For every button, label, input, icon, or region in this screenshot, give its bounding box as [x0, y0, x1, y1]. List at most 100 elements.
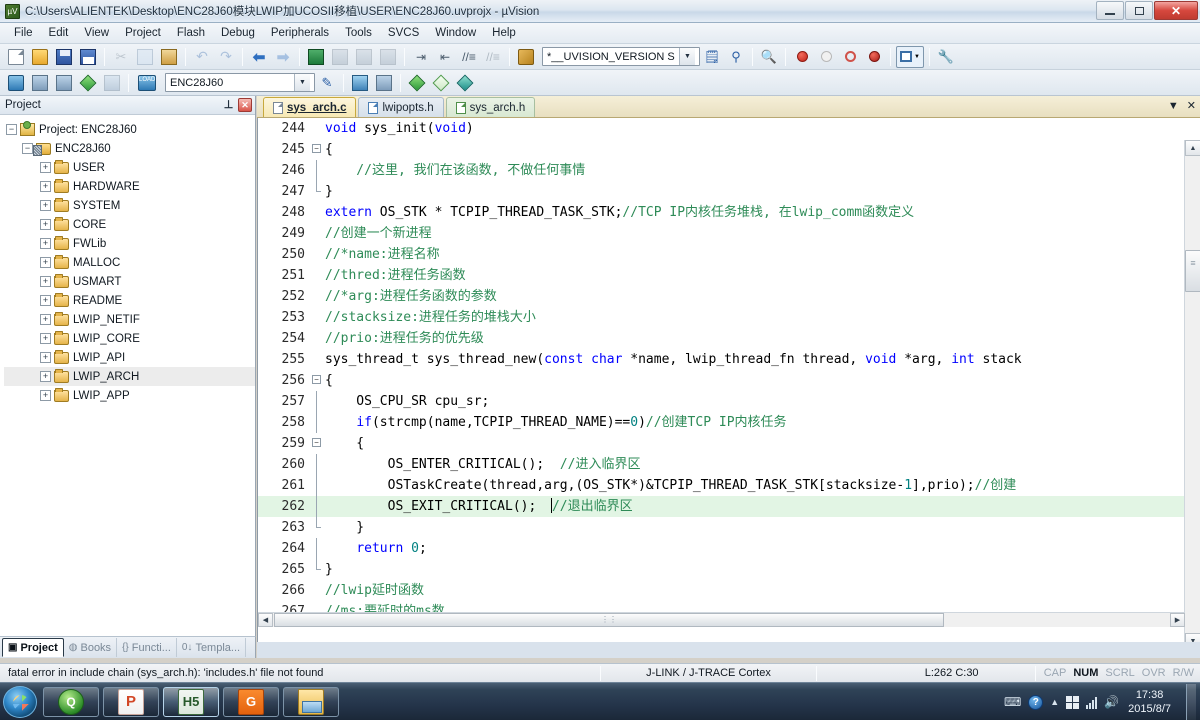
tab-list-dropdown-icon[interactable]: ▼ — [1168, 100, 1179, 112]
tree-node-lwip-core[interactable]: + LWIP_CORE — [4, 329, 255, 348]
breakpoint-kill-all-icon[interactable] — [863, 46, 885, 68]
fold-margin[interactable] — [310, 349, 325, 370]
comment-icon[interactable]: //≡ — [458, 46, 480, 68]
fold-margin[interactable] — [310, 202, 325, 223]
expander-icon[interactable]: + — [40, 238, 51, 249]
pack-installer-icon[interactable] — [406, 72, 428, 94]
taskbar-clock[interactable]: 17:38 2015/8/7 — [1126, 688, 1177, 716]
signal-strength-icon[interactable] — [1086, 696, 1098, 709]
menu-project[interactable]: Project — [117, 25, 169, 41]
menu-debug[interactable]: Debug — [213, 25, 263, 41]
code-line[interactable]: 261 OSTaskCreate(thread,arg,(OS_STK*)&TC… — [258, 475, 1184, 496]
expander-icon[interactable]: + — [40, 352, 51, 363]
fold-margin[interactable] — [310, 118, 325, 139]
menu-view[interactable]: View — [76, 25, 117, 41]
tree-node-malloc[interactable]: + MALLOC — [4, 253, 255, 272]
taskbar-item-explorer[interactable] — [283, 686, 339, 717]
tree-node-lwip-app[interactable]: + LWIP_APP — [4, 386, 255, 405]
find-symbol-icon[interactable]: ⚲ — [725, 46, 747, 68]
code-line[interactable]: 264 return 0; — [258, 538, 1184, 559]
menu-help[interactable]: Help — [484, 25, 524, 41]
scroll-right-button[interactable]: ▶ — [1170, 613, 1185, 627]
expander-icon[interactable]: + — [40, 257, 51, 268]
editor-horizontal-scrollbar[interactable]: ◀ ▶ — [258, 612, 1185, 627]
navigate-forward-icon[interactable]: ➡ — [272, 46, 294, 68]
tree-node-lwip-netif[interactable]: + LWIP_NETIF — [4, 310, 255, 329]
editor-tab-sys-arch-h[interactable]: sys_arch.h — [445, 97, 536, 117]
open-file-icon[interactable] — [29, 46, 51, 68]
vertical-scroll-thumb[interactable] — [1185, 250, 1200, 292]
tree-node-project[interactable]: − Project: ENC28J60 — [4, 120, 255, 139]
next-bookmark-icon[interactable] — [353, 46, 375, 68]
breakpoint-icon[interactable] — [791, 46, 813, 68]
code-line-current[interactable]: 262 OS_EXIT_CRITICAL(); //退出临界区 — [258, 496, 1184, 517]
scroll-down-button[interactable]: ▼ — [1185, 633, 1200, 642]
code-line[interactable]: 253 //stacksize:进程任务的堆栈大小 — [258, 307, 1184, 328]
menu-flash[interactable]: Flash — [169, 25, 213, 41]
browse-icon[interactable]: 🗒 — [701, 46, 723, 68]
fold-margin[interactable] — [310, 265, 325, 286]
fold-margin[interactable] — [310, 496, 325, 517]
menu-svcs[interactable]: SVCS — [380, 25, 427, 41]
code-line[interactable]: 252 //*arg:进程任务函数的参数 — [258, 286, 1184, 307]
save-all-icon[interactable] — [77, 46, 99, 68]
multi-project-icon[interactable] — [454, 72, 476, 94]
tree-node-user[interactable]: + USER — [4, 158, 255, 177]
fold-margin[interactable] — [310, 538, 325, 559]
code-line[interactable]: 260 OS_ENTER_CRITICAL(); //进入临界区 — [258, 454, 1184, 475]
code-lines[interactable]: 244 void sys_init(void) 245 − { 246 //这里… — [258, 118, 1184, 627]
chevron-down-icon[interactable]: ▼ — [294, 74, 310, 91]
tree-node-target[interactable]: − ENC28J60 — [4, 139, 255, 158]
expander-icon[interactable]: + — [40, 333, 51, 344]
batch-build-icon[interactable] — [77, 72, 99, 94]
fold-margin[interactable] — [310, 328, 325, 349]
clear-bookmarks-icon[interactable] — [377, 46, 399, 68]
target-combo-input[interactable] — [166, 74, 294, 91]
fold-collapse-icon[interactable]: − — [312, 438, 321, 447]
fold-collapse-icon[interactable]: − — [312, 375, 321, 384]
tab-close-icon[interactable]: ✕ — [1187, 99, 1196, 112]
expander-icon[interactable]: − — [6, 124, 17, 135]
code-line[interactable]: 245 − { — [258, 139, 1184, 160]
tree-node-fwlib[interactable]: + FWLib — [4, 234, 255, 253]
code-line[interactable]: 246 //这里, 我们在该函数, 不做任何事情 — [258, 160, 1184, 181]
code-line[interactable]: 258 if(strcmp(name,TCPIP_THREAD_NAME)==0… — [258, 412, 1184, 433]
rebuild-icon[interactable] — [53, 72, 75, 94]
new-file-icon[interactable] — [5, 46, 27, 68]
define-combo[interactable]: ▼ — [542, 47, 700, 66]
expander-icon[interactable]: + — [40, 390, 51, 401]
editor-vertical-scrollbar[interactable]: ▲ ▼ — [1184, 140, 1200, 642]
tree-node-readme[interactable]: + README — [4, 291, 255, 310]
taskbar-item-powerpoint[interactable]: P — [103, 686, 159, 717]
build-icon[interactable] — [29, 72, 51, 94]
taskbar-item-h5[interactable]: H5 — [163, 686, 219, 717]
fold-margin[interactable] — [310, 223, 325, 244]
tree-node-core[interactable]: + CORE — [4, 215, 255, 234]
code-line[interactable]: 254 //prio:进程任务的优先级 — [258, 328, 1184, 349]
code-line[interactable]: 263 } — [258, 517, 1184, 538]
save-icon[interactable] — [53, 46, 75, 68]
fold-margin[interactable] — [310, 160, 325, 181]
menu-peripherals[interactable]: Peripherals — [263, 25, 337, 41]
code-line[interactable]: 251 //thred:进程任务函数 — [258, 265, 1184, 286]
fold-margin[interactable] — [310, 517, 325, 538]
show-hidden-icons-icon[interactable]: ▲ — [1050, 697, 1059, 707]
cut-icon[interactable]: ✂ — [110, 46, 132, 68]
fold-margin[interactable] — [310, 244, 325, 265]
fold-margin[interactable] — [310, 475, 325, 496]
expander-icon[interactable]: + — [40, 314, 51, 325]
scroll-left-button[interactable]: ◀ — [258, 613, 273, 627]
maximize-button[interactable] — [1125, 1, 1153, 20]
code-line[interactable]: 259 − { — [258, 433, 1184, 454]
code-line[interactable]: 265 } — [258, 559, 1184, 580]
fold-margin[interactable] — [310, 391, 325, 412]
tree-node-usmart[interactable]: + USMART — [4, 272, 255, 291]
fold-collapse-icon[interactable]: − — [312, 144, 321, 153]
manage-run-env-icon[interactable] — [373, 72, 395, 94]
expander-icon[interactable]: + — [40, 162, 51, 173]
target-combo[interactable]: ▼ — [165, 73, 315, 92]
expander-icon[interactable]: + — [40, 371, 51, 382]
volume-icon[interactable]: 🔊 — [1104, 695, 1119, 709]
undo-icon[interactable]: ↶ — [191, 46, 213, 68]
indent-icon[interactable]: ⇥ — [410, 46, 432, 68]
